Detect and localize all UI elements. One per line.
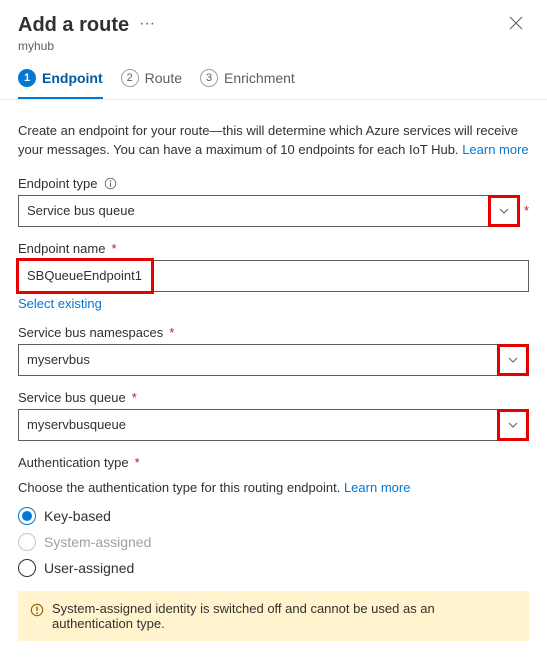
label-text: Service bus queue — [18, 390, 126, 405]
field-endpoint-name: Endpoint name * SBQueueEndpoint1 Select … — [18, 241, 529, 311]
auth-learn-more-link[interactable]: Learn more — [344, 480, 410, 495]
label-endpoint-name: Endpoint name * — [18, 241, 529, 256]
tab-enrichment[interactable]: 3 Enrichment — [200, 69, 295, 99]
field-endpoint-type: Endpoint type Service bus queue * — [18, 176, 529, 227]
warning-alert: System-assigned identity is switched off… — [18, 591, 529, 641]
tab-label: Endpoint — [42, 70, 103, 86]
radio-label: Key-based — [44, 508, 111, 524]
label-sb-namespace: Service bus namespaces * — [18, 325, 529, 340]
auth-description: Choose the authentication type for this … — [18, 480, 529, 495]
content: Create an endpoint for your route—this w… — [0, 100, 547, 641]
radio-icon — [18, 559, 36, 577]
alert-text: System-assigned identity is switched off… — [52, 601, 517, 631]
title-row: Add a route ··· — [18, 14, 155, 37]
required-marker: * — [524, 203, 529, 218]
label-text: Service bus namespaces — [18, 325, 163, 340]
required-marker: * — [135, 455, 140, 470]
radio-icon — [18, 507, 36, 525]
intro-body: Create an endpoint for your route—this w… — [18, 123, 518, 157]
auth-radio-group: Key-based System-assigned User-assigned — [18, 507, 529, 577]
chevron-down-icon — [498, 345, 528, 375]
select-value: Service bus queue — [27, 203, 135, 218]
input-value: SBQueueEndpoint1 — [27, 268, 142, 283]
tab-num-2: 2 — [121, 69, 139, 87]
label-text: Endpoint name — [18, 241, 105, 256]
wizard-tabs: 1 Endpoint 2 Route 3 Enrichment — [0, 53, 547, 100]
auth-desc-text: Choose the authentication type for this … — [18, 480, 344, 495]
label-sb-queue: Service bus queue * — [18, 390, 529, 405]
tab-label: Route — [145, 70, 182, 86]
radio-icon — [18, 533, 36, 551]
label-text: Endpoint type — [18, 176, 98, 191]
chevron-down-icon — [498, 410, 528, 440]
field-sb-namespace: Service bus namespaces * myservbus — [18, 325, 529, 376]
select-existing-link[interactable]: Select existing — [18, 296, 102, 311]
endpoint-name-input[interactable]: SBQueueEndpoint1 — [18, 260, 529, 292]
title-block: Add a route ··· myhub — [18, 14, 155, 53]
sb-queue-select[interactable]: myservbusqueue — [18, 409, 529, 441]
label-endpoint-type: Endpoint type — [18, 176, 529, 191]
tab-num-3: 3 — [200, 69, 218, 87]
radio-key-based[interactable]: Key-based — [18, 507, 529, 525]
required-marker: * — [111, 241, 116, 256]
tab-endpoint[interactable]: 1 Endpoint — [18, 69, 103, 99]
field-sb-queue: Service bus queue * myservbusqueue — [18, 390, 529, 441]
sb-namespace-select[interactable]: myservbus — [18, 344, 529, 376]
panel-header: Add a route ··· myhub — [0, 0, 547, 53]
tab-route[interactable]: 2 Route — [121, 69, 182, 99]
select-value: myservbusqueue — [27, 417, 126, 432]
tab-label: Enrichment — [224, 70, 295, 86]
panel-subtitle: myhub — [18, 39, 155, 53]
label-auth-type: Authentication type * — [18, 455, 529, 470]
panel-title: Add a route — [18, 14, 129, 37]
field-auth-type: Authentication type * — [18, 455, 529, 470]
radio-system-assigned: System-assigned — [18, 533, 529, 551]
close-icon[interactable] — [503, 14, 529, 37]
more-icon[interactable]: ··· — [139, 16, 155, 36]
learn-more-link[interactable]: Learn more — [462, 142, 528, 157]
intro-text: Create an endpoint for your route—this w… — [18, 122, 529, 160]
endpoint-type-select[interactable]: Service bus queue — [18, 195, 520, 227]
radio-user-assigned[interactable]: User-assigned — [18, 559, 529, 577]
required-marker: * — [169, 325, 174, 340]
warning-icon — [30, 603, 44, 617]
radio-label: System-assigned — [44, 534, 151, 550]
required-marker: * — [132, 390, 137, 405]
radio-label: User-assigned — [44, 560, 134, 576]
select-value: myservbus — [27, 352, 90, 367]
tab-num-1: 1 — [18, 69, 36, 87]
info-icon[interactable] — [104, 177, 117, 190]
chevron-down-icon — [489, 196, 519, 226]
label-text: Authentication type — [18, 455, 129, 470]
